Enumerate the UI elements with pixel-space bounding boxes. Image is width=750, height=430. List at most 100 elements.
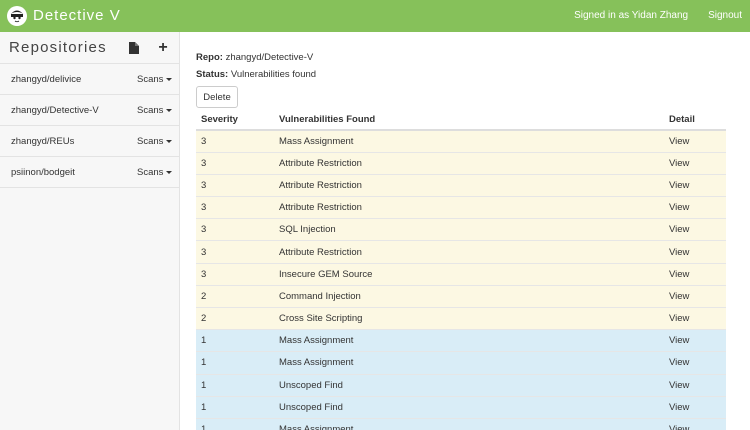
- detail-cell: View: [669, 306, 726, 330]
- table-row: 2 Cross Site Scripting View: [196, 306, 726, 330]
- status-info: Status: Vulnerabilities found: [196, 69, 316, 80]
- repo-list: zhangyd/delivice Scans zhangyd/Detective-V…: [0, 64, 179, 188]
- detective-logo-icon[interactable]: [7, 6, 27, 26]
- severity-cell: 3: [196, 173, 279, 197]
- view-link[interactable]: View: [669, 224, 689, 235]
- detail-cell: View: [669, 151, 726, 175]
- detail-cell: View: [669, 240, 726, 264]
- scans-label: Scans: [137, 136, 164, 147]
- view-link[interactable]: View: [669, 180, 689, 191]
- severity-cell: 1: [196, 395, 279, 419]
- vulnerability-cell: Mass Assignment: [279, 129, 669, 153]
- detail-cell: View: [669, 351, 726, 375]
- scans-dropdown[interactable]: Scans: [137, 136, 173, 147]
- table-row: 3 SQL Injection View: [196, 218, 726, 241]
- sidebar-title: Repositories: [9, 39, 107, 56]
- table-row: 1 Unscoped Find View: [196, 395, 726, 419]
- severity-cell: 3: [196, 129, 279, 153]
- caret-down-icon: [166, 77, 173, 81]
- view-link[interactable]: View: [669, 158, 689, 169]
- scans-label: Scans: [137, 105, 164, 116]
- vulnerability-cell: Cross Site Scripting: [279, 306, 669, 330]
- repo-name[interactable]: psiinon/bodgeit: [11, 167, 75, 178]
- detail-cell: View: [669, 284, 726, 308]
- delete-button[interactable]: Delete: [196, 86, 238, 108]
- vulnerability-cell: SQL Injection: [279, 218, 669, 241]
- scans-dropdown[interactable]: Scans: [137, 105, 173, 116]
- severity-cell: 3: [196, 218, 279, 241]
- signed-in-user[interactable]: Signed in as Yidan Zhang: [574, 10, 688, 21]
- severity-cell: 3: [196, 240, 279, 264]
- severity-cell: 3: [196, 151, 279, 175]
- view-link[interactable]: View: [669, 424, 689, 430]
- table-row: 3 Mass Assignment View: [196, 129, 726, 153]
- vulnerability-cell: Insecure GEM Source: [279, 262, 669, 286]
- table-row: 3 Attribute Restriction View: [196, 240, 726, 264]
- vulnerability-cell: Mass Assignment: [279, 417, 669, 430]
- view-link[interactable]: View: [669, 357, 689, 368]
- severity-cell: 1: [196, 417, 279, 430]
- signout-link[interactable]: Signout: [708, 10, 742, 21]
- table-row: 3 Insecure GEM Source View: [196, 262, 726, 286]
- table-header-row: Severity Vulnerabilities Found Detail: [196, 109, 726, 131]
- table-row: 1 Unscoped Find View: [196, 373, 726, 397]
- vulnerability-cell: Command Injection: [279, 284, 669, 308]
- view-link[interactable]: View: [669, 202, 689, 213]
- view-link[interactable]: View: [669, 291, 689, 302]
- view-link[interactable]: View: [669, 269, 689, 280]
- table-row: 3 Attribute Restriction View: [196, 196, 726, 219]
- sidebar-header: Repositories +: [0, 32, 179, 64]
- file-icon[interactable]: [127, 41, 141, 55]
- detail-cell: View: [669, 173, 726, 197]
- vulnerability-cell: Attribute Restriction: [279, 240, 669, 264]
- caret-down-icon: [166, 108, 173, 112]
- detail-cell: View: [669, 196, 726, 219]
- repo-name[interactable]: zhangyd/delivice: [11, 74, 81, 85]
- status-label: Status:: [196, 69, 229, 80]
- repo-value: zhangyd/Detective-V: [225, 52, 314, 63]
- table-row: 1 Mass Assignment View: [196, 417, 726, 430]
- vulnerability-cell: Mass Assignment: [279, 351, 669, 375]
- severity-cell: 2: [196, 284, 279, 308]
- repo-item[interactable]: psiinon/bodgeit Scans: [0, 157, 179, 188]
- table-row: 1 Mass Assignment View: [196, 329, 726, 352]
- caret-down-icon: [166, 139, 173, 143]
- table-row: 3 Attribute Restriction View: [196, 151, 726, 175]
- severity-cell: 1: [196, 373, 279, 397]
- severity-header: Severity: [196, 109, 279, 131]
- repo-item[interactable]: zhangyd/REUs Scans: [0, 126, 179, 157]
- repo-name[interactable]: zhangyd/Detective-V: [11, 105, 99, 116]
- vulnerability-cell: Unscoped Find: [279, 395, 669, 419]
- detail-cell: View: [669, 417, 726, 430]
- view-link[interactable]: View: [669, 380, 689, 391]
- navbar: Detective V Signed in as Yidan Zhang Sig…: [0, 0, 750, 32]
- detail-header: Detail: [669, 109, 726, 131]
- repo-item[interactable]: zhangyd/delivice Scans: [0, 64, 179, 95]
- scans-dropdown[interactable]: Scans: [137, 167, 173, 178]
- view-link[interactable]: View: [669, 335, 689, 346]
- repo-item[interactable]: zhangyd/Detective-V Scans: [0, 95, 179, 126]
- vulnerability-cell: Unscoped Find: [279, 373, 669, 397]
- vulnerabilities-header: Vulnerabilities Found: [279, 109, 669, 131]
- repo-name[interactable]: zhangyd/REUs: [11, 136, 74, 147]
- plus-icon[interactable]: +: [156, 40, 170, 56]
- scans-label: Scans: [137, 74, 164, 85]
- brand-title[interactable]: Detective V: [33, 7, 121, 24]
- table-row: 2 Command Injection View: [196, 284, 726, 308]
- status-value: Vulnerabilities found: [230, 69, 317, 80]
- scans-dropdown[interactable]: Scans: [137, 74, 173, 85]
- detail-cell: View: [669, 218, 726, 241]
- view-link[interactable]: View: [669, 247, 689, 258]
- view-link[interactable]: View: [669, 402, 689, 413]
- table-row: 1 Mass Assignment View: [196, 351, 726, 375]
- view-link[interactable]: View: [669, 136, 689, 147]
- detail-cell: View: [669, 395, 726, 419]
- repo-label: Repo:: [196, 52, 223, 63]
- detail-cell: View: [669, 262, 726, 286]
- severity-cell: 3: [196, 262, 279, 286]
- sidebar: Repositories + zhangyd/delivice Scans zhan…: [0, 32, 180, 430]
- view-link[interactable]: View: [669, 313, 689, 324]
- severity-cell: 1: [196, 351, 279, 375]
- scans-label: Scans: [137, 167, 164, 178]
- severity-cell: 3: [196, 196, 279, 219]
